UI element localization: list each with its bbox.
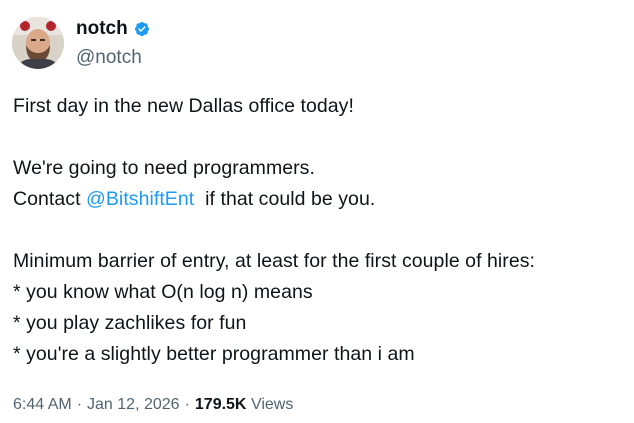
tweet-line-2: We're going to need programmers. bbox=[13, 157, 315, 179]
tweet-card: notch @notch First day in the new Dallas… bbox=[0, 0, 634, 423]
tweet-text: First day in the new Dallas office today… bbox=[13, 91, 623, 370]
separator-dot: · bbox=[184, 396, 190, 413]
display-name-row: notch bbox=[76, 16, 152, 42]
tweet-line-7: * you're a slightly better programmer th… bbox=[13, 343, 415, 365]
tweet-line-5: * you know what O(n log n) means bbox=[13, 281, 313, 303]
contact-suffix: if that could be you. bbox=[194, 188, 376, 210]
tweet-line-4: Minimum barrier of entry, at least for t… bbox=[13, 250, 535, 272]
avatar-photo-icon bbox=[12, 17, 64, 69]
contact-prefix: Contact bbox=[13, 188, 87, 210]
display-name[interactable]: notch bbox=[76, 17, 128, 41]
handle[interactable]: @notch bbox=[76, 46, 152, 70]
tweet-time[interactable]: 6:44 AM bbox=[13, 396, 72, 413]
tweet-line-1: First day in the new Dallas office today… bbox=[13, 95, 354, 117]
separator-dot: · bbox=[76, 396, 83, 413]
author-names: notch @notch bbox=[76, 16, 152, 70]
views-count[interactable]: 179.5K bbox=[195, 396, 247, 413]
mention-link[interactable]: @BitshiftEnt bbox=[86, 188, 194, 210]
tweet-header: notch @notch bbox=[12, 16, 152, 70]
verified-badge-icon[interactable] bbox=[132, 19, 152, 39]
views-label: Views bbox=[250, 396, 294, 413]
avatar[interactable] bbox=[12, 17, 64, 69]
tweet-line-6: * you play zachlikes for fun bbox=[13, 312, 247, 334]
tweet-line-3: Contact @BitshiftEnt if that could be yo… bbox=[13, 184, 623, 215]
tweet-date[interactable]: Jan 12, 2026 bbox=[87, 396, 180, 413]
tweet-meta: 6:44 AM · Jan 12, 2026 · 179.5K Views bbox=[13, 393, 293, 417]
